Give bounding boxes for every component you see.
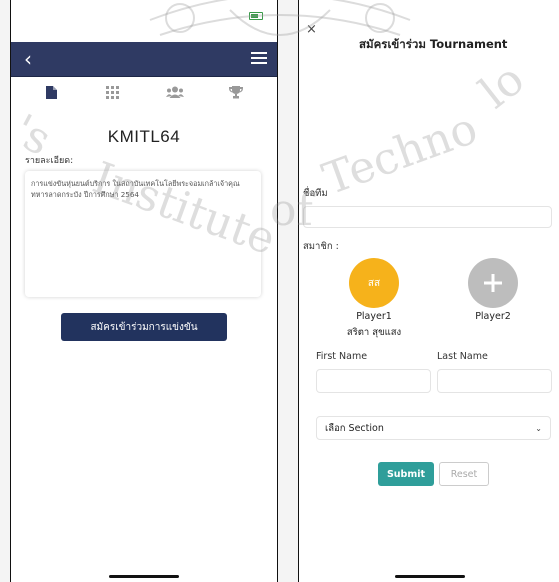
- team-name-label: ชื่อทีม: [303, 188, 328, 199]
- player2-label: Player2: [475, 311, 511, 322]
- modal-header: × สมัครเข้าร่วม Tournament: [299, 22, 559, 72]
- event-description-card: การแข่งขันหุ่นยนต์บริการ ในสถาบันเทคโนโล…: [25, 171, 261, 297]
- grid-icon: [106, 85, 120, 99]
- chevron-down-icon: ⌄: [535, 423, 542, 433]
- section-select-value: เลือก Section: [325, 422, 384, 434]
- tournament-signup-screen: × สมัครเข้าร่วม Tournament ชื่อทีม สมาชิ…: [298, 0, 559, 582]
- first-name-label: First Name: [316, 351, 368, 362]
- tab-teams[interactable]: [155, 80, 195, 104]
- submit-button[interactable]: Submit: [378, 462, 434, 486]
- player1-avatar[interactable]: สส: [349, 258, 399, 308]
- reset-button[interactable]: Reset: [439, 462, 489, 486]
- section-select[interactable]: เลือก Section ⌄: [316, 416, 551, 440]
- members-label: สมาชิก :: [303, 241, 339, 252]
- detail-label: รายละเอียด:: [25, 156, 74, 166]
- player1-name: สริตา สุขแสง: [346, 327, 402, 338]
- add-player2-button[interactable]: [468, 258, 518, 308]
- users-icon: [165, 86, 184, 98]
- tab-details[interactable]: [32, 80, 72, 104]
- document-icon: [46, 85, 58, 99]
- last-name-label: Last Name: [437, 351, 488, 362]
- trophy-icon: [229, 85, 244, 98]
- join-competition-button[interactable]: สมัครเข้าร่วมการแข่งขัน: [61, 313, 227, 341]
- home-indicator: [394, 575, 465, 578]
- player1-label: Player1: [356, 311, 392, 322]
- hamburger-menu-icon[interactable]: [251, 52, 267, 66]
- modal-title: สมัครเข้าร่วม Tournament: [359, 37, 508, 51]
- last-name-input[interactable]: [437, 369, 552, 393]
- event-tabs: [11, 77, 277, 107]
- first-name-input[interactable]: [316, 369, 431, 393]
- battery-icon: [249, 12, 263, 20]
- event-detail-screen: ‹ KMITL64 รายละเอียด: การแข่งขันหุ่นยนต์…: [10, 0, 278, 582]
- tab-results[interactable]: [216, 80, 256, 104]
- plus-icon: [484, 274, 502, 292]
- close-button[interactable]: ×: [306, 22, 317, 37]
- back-button[interactable]: ‹: [13, 42, 43, 76]
- status-bar: [11, 0, 277, 42]
- top-navbar: ‹: [11, 42, 277, 77]
- team-name-input[interactable]: [303, 206, 552, 228]
- player1-initials: สส: [367, 277, 381, 289]
- tab-bracket[interactable]: [93, 80, 133, 104]
- event-description-text: การแข่งขันหุ่นยนต์บริการ ในสถาบันเทคโนโล…: [31, 179, 240, 199]
- event-title: KMITL64: [107, 127, 181, 146]
- home-indicator: [109, 575, 179, 578]
